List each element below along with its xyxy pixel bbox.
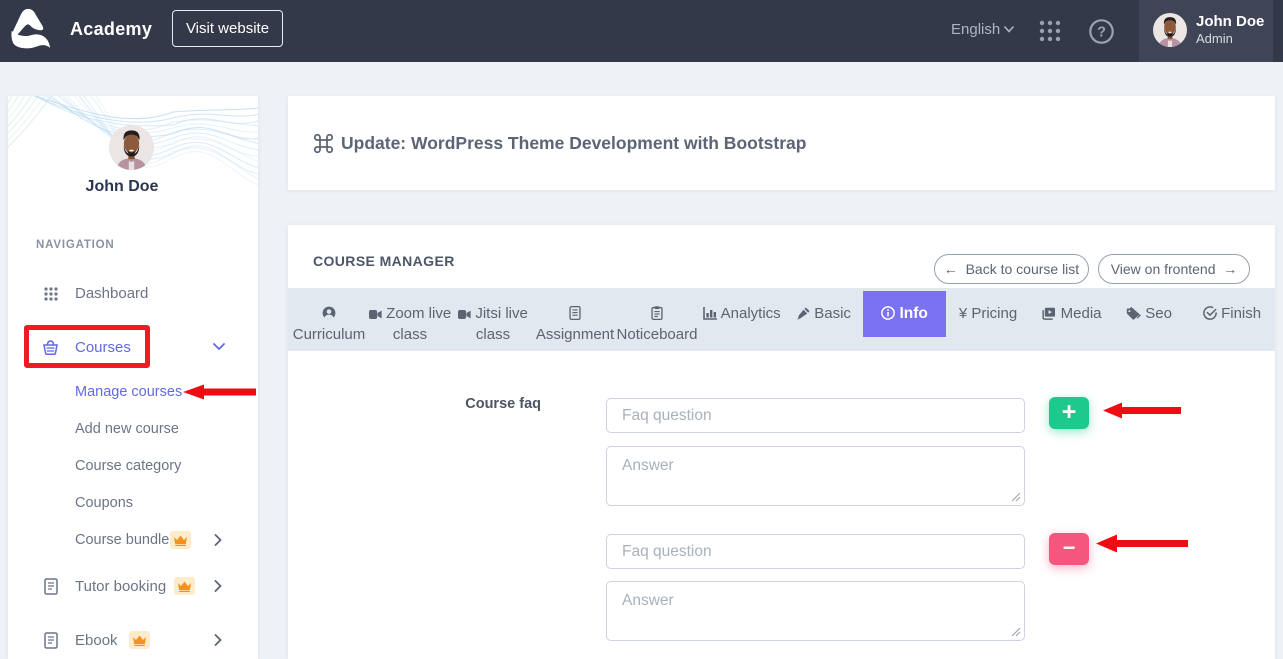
svg-text:?: ? xyxy=(1097,25,1106,41)
